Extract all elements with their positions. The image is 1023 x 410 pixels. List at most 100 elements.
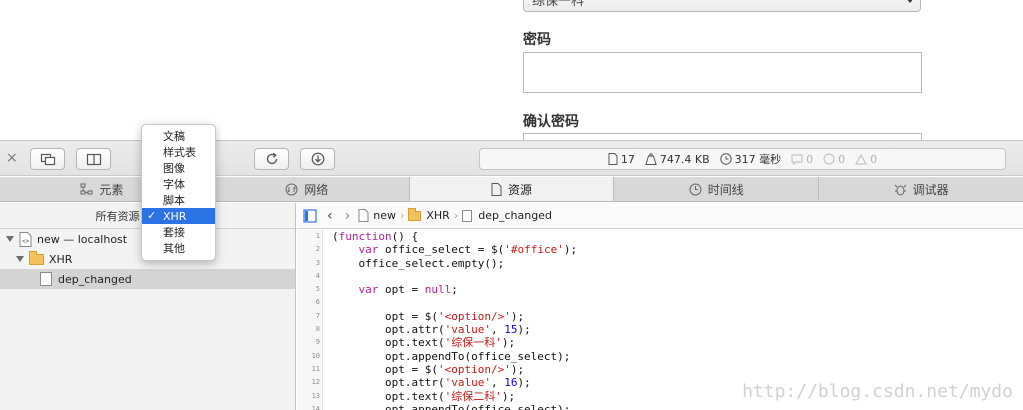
tab-network-label: 网络	[304, 182, 329, 197]
confirm-password-input[interactable]	[523, 133, 922, 140]
tree-item-xhr-folder-label: XHR	[49, 252, 73, 266]
path-bar: ‹ › new › XHR › dep_changed	[297, 203, 1023, 229]
chevron-down-icon	[906, 0, 914, 3]
menu-item-7[interactable]: 其他	[142, 240, 215, 256]
reload-icon	[266, 152, 277, 165]
disclosure-triangle-icon[interactable]	[16, 256, 24, 262]
line-number: 8	[315, 325, 320, 334]
tab-debugger[interactable]: 调试器	[819, 177, 1023, 201]
menu-item-label: 套接	[163, 226, 185, 239]
menu-item-2[interactable]: 图像	[142, 160, 215, 176]
checkmark-icon: ✓	[147, 209, 157, 222]
download-button[interactable]	[300, 148, 335, 170]
elements-icon	[80, 183, 93, 195]
reload-button[interactable]	[254, 148, 289, 170]
clock-icon	[719, 153, 732, 165]
path-segment-xhr[interactable]: XHR	[426, 209, 449, 222]
menu-item-label: 图像	[163, 162, 185, 175]
code-text: opt.appendTo(office_select);	[332, 349, 571, 363]
menu-item-label: 文稿	[163, 130, 185, 143]
resource-content: ‹ › new › XHR › dep_changed 1 (function()…	[297, 203, 1023, 410]
office-select-value: 综保一科	[532, 0, 585, 9]
resource-size-value: 747.4 KB	[659, 152, 710, 166]
code-text: opt.text('综保二科');	[332, 389, 516, 403]
resource-count[interactable]: 17	[608, 153, 635, 166]
menu-item-6[interactable]: 套接	[142, 224, 215, 240]
menu-item-label: 其他	[163, 242, 185, 255]
tab-resources[interactable]: 资源	[409, 177, 615, 201]
dock-button[interactable]	[30, 148, 65, 170]
tab-network[interactable]: 网络	[205, 177, 410, 201]
code-text: var opt = null;	[358, 283, 458, 297]
folder-icon	[408, 207, 422, 221]
toggle-split-button[interactable]	[76, 148, 111, 170]
tree-item-dep-changed-label: dep_changed	[58, 272, 132, 286]
warning-icon	[855, 153, 867, 164]
office-select[interactable]: 综保一科	[523, 0, 921, 12]
menu-item-4[interactable]: 脚本	[142, 192, 215, 208]
dock-window-icon	[40, 153, 55, 165]
back-arrow-icon[interactable]: ‹	[327, 208, 333, 224]
code-text: opt.appendTo(office_select);	[332, 402, 571, 410]
watermark: http://blog.csdn.net/mydo	[742, 381, 1013, 402]
folder-icon	[29, 250, 44, 265]
menu-item-0[interactable]: 文稿	[142, 128, 215, 144]
error-icon	[823, 153, 835, 165]
code-line: 5 var opt = null;	[297, 283, 1023, 296]
code-line: 1 (function() {	[297, 230, 1023, 243]
console-logs[interactable]: 0	[791, 153, 813, 166]
document-icon	[608, 153, 618, 165]
menu-item-3[interactable]: 字体	[142, 176, 215, 192]
confirm-password-label: 确认密码	[523, 114, 579, 130]
code-text: var office_select = $('#office');	[358, 243, 578, 257]
code-line: 11 opt = $('<option/>');	[297, 363, 1023, 376]
line-number: 3	[315, 258, 320, 267]
code-text: opt.text('综保一科');	[332, 336, 516, 350]
document-icon	[462, 209, 473, 222]
line-number: 9	[315, 338, 320, 347]
line-number: 13	[311, 391, 320, 400]
code-text: office_select.empty();	[332, 256, 505, 270]
tab-resources-label: 资源	[507, 182, 532, 197]
code-line: 6	[297, 296, 1023, 309]
resource-size[interactable]: 747.4 KB	[645, 153, 710, 166]
close-icon[interactable]: ×	[6, 150, 18, 166]
tree-item-dep-changed[interactable]: dep_changed	[0, 269, 295, 289]
document-icon	[40, 272, 52, 286]
path-segment-new[interactable]: new	[373, 209, 396, 222]
debugger-icon	[894, 184, 906, 195]
code-text: opt = $('<option/>');	[332, 309, 525, 323]
line-number: 2	[315, 245, 320, 254]
resource-count-value: 17	[620, 152, 635, 166]
split-panel-icon	[86, 153, 101, 165]
code-editor[interactable]: 1 (function() { 2 var office_select = $('#…	[297, 230, 1023, 410]
line-number: 14	[311, 404, 320, 410]
code-text: opt.attr('value', 15);	[332, 323, 531, 337]
tab-timeline[interactable]: 时间线	[614, 177, 820, 201]
resource-filter-menu: 文稿样式表图像字体 脚本 ✓ XHR 套接其他	[141, 124, 216, 261]
menu-item-5[interactable]: ✓ XHR	[142, 208, 215, 224]
load-time[interactable]: 317 毫秒	[719, 151, 781, 167]
menu-item-label: 样式表	[163, 146, 196, 159]
line-number: 7	[315, 311, 320, 320]
line-number: 1	[315, 232, 320, 240]
timeline-icon	[689, 183, 702, 195]
navigation-sidebar-toggle-icon[interactable]	[303, 208, 317, 223]
network-icon	[285, 183, 298, 195]
download-icon	[311, 152, 324, 166]
password-input[interactable]	[523, 52, 922, 93]
dashboard[interactable]: 17 747.4 KB 317 毫秒 0 0 0	[479, 148, 1006, 170]
code-line: 14 opt.appendTo(office_select);	[297, 403, 1023, 410]
web-page-viewport: 综保一科 密码 确认密码	[0, 0, 1023, 140]
console-errors[interactable]: 0	[823, 153, 845, 166]
path-segment-dep-changed[interactable]: dep_changed	[478, 209, 552, 222]
path-separator-icon: ›	[399, 209, 405, 222]
menu-item-label: 字体	[163, 178, 185, 191]
console-warnings[interactable]: 0	[855, 153, 877, 166]
disclosure-triangle-icon[interactable]	[6, 236, 14, 242]
line-number: 5	[315, 285, 320, 294]
svg-text:<>: <>	[22, 238, 30, 245]
line-number: 12	[311, 378, 320, 387]
menu-item-1[interactable]: 样式表	[142, 144, 215, 160]
forward-arrow-icon[interactable]: ›	[345, 208, 351, 224]
